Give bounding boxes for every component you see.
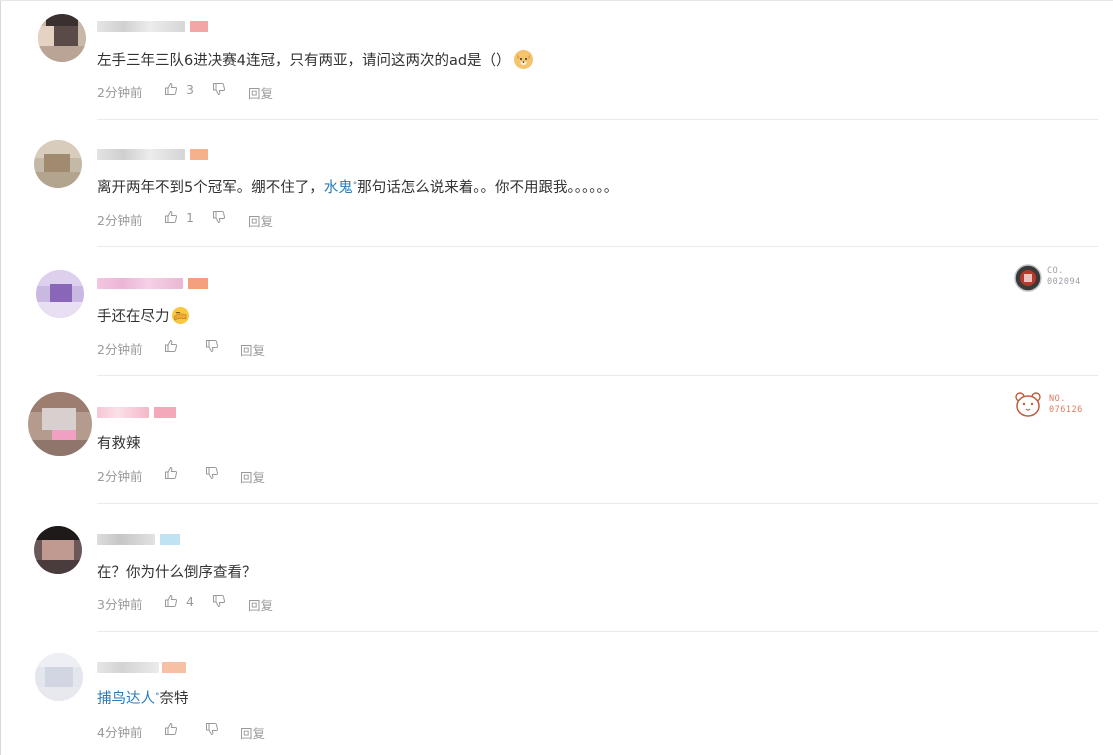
like-button[interactable] bbox=[164, 339, 178, 354]
thumbs-up-icon bbox=[165, 339, 178, 352]
thumbs-up-icon bbox=[165, 210, 178, 223]
like-button[interactable]: 4 bbox=[164, 594, 194, 609]
doge-emoji bbox=[513, 50, 533, 69]
dislike-button[interactable] bbox=[205, 339, 219, 354]
medal-label: CO. bbox=[1047, 266, 1064, 276]
thumbs-up-icon bbox=[165, 722, 178, 735]
avatar[interactable] bbox=[36, 270, 84, 318]
divider bbox=[97, 375, 1098, 376]
divider bbox=[97, 631, 1098, 632]
comment-text: 有救辣 bbox=[97, 436, 141, 452]
frame-left-border bbox=[0, 0, 1, 755]
divider bbox=[97, 503, 1098, 504]
mention-search-icon: ° bbox=[352, 181, 358, 191]
divider bbox=[97, 246, 1098, 247]
reply-button[interactable]: 回复 bbox=[248, 83, 273, 102]
timestamp: 2分钟前 bbox=[97, 469, 143, 484]
like-button[interactable] bbox=[164, 466, 178, 481]
thumbs-down-icon bbox=[213, 83, 226, 96]
timestamp: 2分钟前 bbox=[97, 342, 143, 357]
comment-text: 捕鸟达人°奈特 bbox=[97, 691, 189, 707]
dislike-button[interactable] bbox=[212, 594, 226, 609]
level-badge bbox=[162, 662, 186, 673]
avatar[interactable] bbox=[28, 392, 92, 456]
level-badge bbox=[188, 278, 208, 289]
avatar[interactable] bbox=[34, 140, 82, 188]
fan-medal[interactable]: NO. 076126 bbox=[1013, 391, 1093, 421]
timestamp: 2分钟前 bbox=[97, 213, 143, 228]
like-count: 1 bbox=[185, 210, 194, 225]
user-mention[interactable]: 水鬼 bbox=[324, 180, 353, 196]
avatar[interactable] bbox=[34, 526, 82, 574]
frame-top-border bbox=[0, 0, 1113, 1]
facepalm-emoji bbox=[171, 306, 190, 325]
like-count: 4 bbox=[185, 594, 194, 609]
comment-text: 在？你为什么倒序查看？ bbox=[97, 565, 257, 581]
reply-button[interactable]: 回复 bbox=[240, 340, 265, 359]
dislike-button[interactable] bbox=[212, 210, 226, 225]
mention-search-icon: ° bbox=[155, 692, 160, 702]
level-badge bbox=[190, 149, 208, 160]
fan-medal[interactable]: CO. 002094 bbox=[1013, 263, 1093, 293]
dislike-button[interactable] bbox=[205, 466, 219, 481]
thumbs-up-icon bbox=[165, 594, 178, 607]
reply-button[interactable]: 回复 bbox=[240, 467, 265, 486]
divider bbox=[97, 119, 1098, 120]
thumbs-up-icon bbox=[165, 466, 178, 479]
thumbs-down-icon bbox=[213, 211, 226, 224]
like-button[interactable]: 3 bbox=[164, 82, 194, 97]
level-badge bbox=[160, 534, 180, 545]
dislike-button[interactable] bbox=[212, 82, 226, 97]
timestamp: 2分钟前 bbox=[97, 85, 143, 100]
thumbs-down-icon bbox=[206, 467, 219, 480]
like-count: 3 bbox=[185, 82, 194, 97]
timestamp: 4分钟前 bbox=[97, 725, 143, 740]
avatar[interactable] bbox=[35, 653, 83, 701]
like-button[interactable]: 1 bbox=[164, 210, 194, 225]
comment-text: 手还在尽力 bbox=[97, 306, 190, 327]
like-button[interactable] bbox=[164, 722, 178, 737]
level-badge bbox=[154, 407, 176, 418]
comment-text: 左手三年三队6进决赛4连冠，只有两亚，请问这两次的ad是（） bbox=[97, 50, 533, 71]
thumbs-down-icon bbox=[206, 340, 219, 353]
thumbs-up-icon bbox=[165, 82, 178, 95]
comment-text: 离开两年不到5个冠军。绷不住了，水鬼°那句话怎么说来着。。你不用跟我。。。。。。 bbox=[97, 180, 619, 196]
dislike-button[interactable] bbox=[205, 722, 219, 737]
medal-number: 076126 bbox=[1049, 405, 1083, 415]
reply-button[interactable]: 回复 bbox=[248, 211, 273, 230]
medal-number: 002094 bbox=[1047, 277, 1081, 287]
level-badge bbox=[190, 21, 208, 32]
thumbs-down-icon bbox=[213, 595, 226, 608]
bear-medal-icon bbox=[1015, 392, 1041, 417]
avatar[interactable] bbox=[38, 14, 86, 62]
user-mention[interactable]: 捕鸟达人 bbox=[97, 691, 155, 707]
reply-button[interactable]: 回复 bbox=[240, 723, 265, 742]
medal-label: NO. bbox=[1049, 394, 1066, 404]
thumbs-down-icon bbox=[206, 723, 219, 736]
reply-button[interactable]: 回复 bbox=[248, 595, 273, 614]
timestamp: 3分钟前 bbox=[97, 597, 143, 612]
fan-medal-icon bbox=[1014, 264, 1042, 292]
